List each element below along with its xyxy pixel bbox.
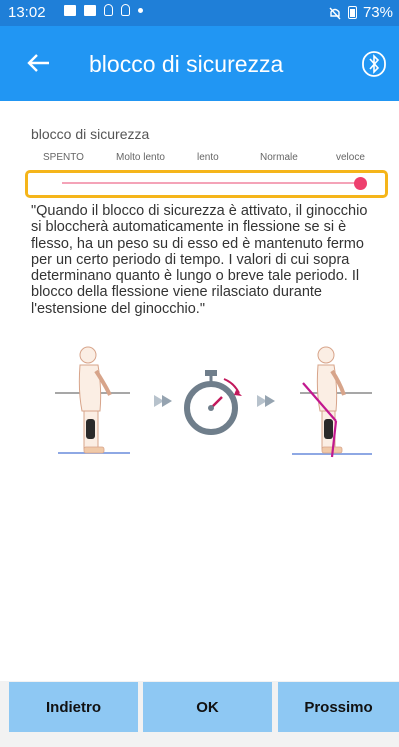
image-icon [64, 4, 76, 16]
battery-icon [347, 6, 357, 19]
page-title: blocco di sicurezza [89, 51, 284, 77]
arrow-left-icon[interactable] [24, 48, 54, 78]
bulb-icon [121, 4, 130, 16]
status-time: 13:02 [8, 4, 46, 21]
dot-icon [138, 7, 143, 13]
back-button[interactable]: Indietro [9, 682, 138, 732]
flexed-knee-figure [292, 346, 372, 458]
battery-level: 73% [362, 4, 393, 21]
level-label-slow: lento [197, 152, 219, 163]
bluetooth-icon[interactable] [361, 49, 387, 79]
notification-icons [64, 4, 143, 16]
mute-icon [329, 7, 341, 19]
level-label-very-slow: Molto lento [116, 152, 165, 163]
slider-track [62, 182, 360, 184]
speed-slider[interactable] [25, 170, 388, 198]
status-bar: 13:02 73% [0, 0, 399, 26]
double-arrow-icon [257, 395, 275, 407]
level-labels: SPENTO Molto lento lento Normale veloce [30, 152, 376, 166]
description-text: "Quando il blocco di sicurezza è attivat… [31, 203, 368, 317]
next-button[interactable]: Prossimo [278, 682, 399, 732]
setting-label: blocco di sicurezza [31, 126, 150, 142]
standing-person-figure [55, 346, 130, 454]
app-bar: blocco di sicurezza [0, 26, 399, 101]
double-arrow-icon [154, 395, 172, 407]
message-icon [84, 4, 96, 16]
stopwatch-icon [184, 370, 242, 435]
bulb-icon [104, 4, 113, 16]
slider-thumb[interactable] [353, 177, 367, 190]
safety-lock-illustration [55, 346, 372, 458]
system-icons: 73% [328, 4, 393, 21]
footer-bar: Indietro OK Prossimo [0, 681, 399, 747]
ok-button[interactable]: OK [143, 682, 272, 732]
level-label-off: SPENTO [43, 152, 84, 163]
level-label-normal: Normale [260, 152, 298, 163]
level-label-fast: veloce [336, 152, 365, 163]
